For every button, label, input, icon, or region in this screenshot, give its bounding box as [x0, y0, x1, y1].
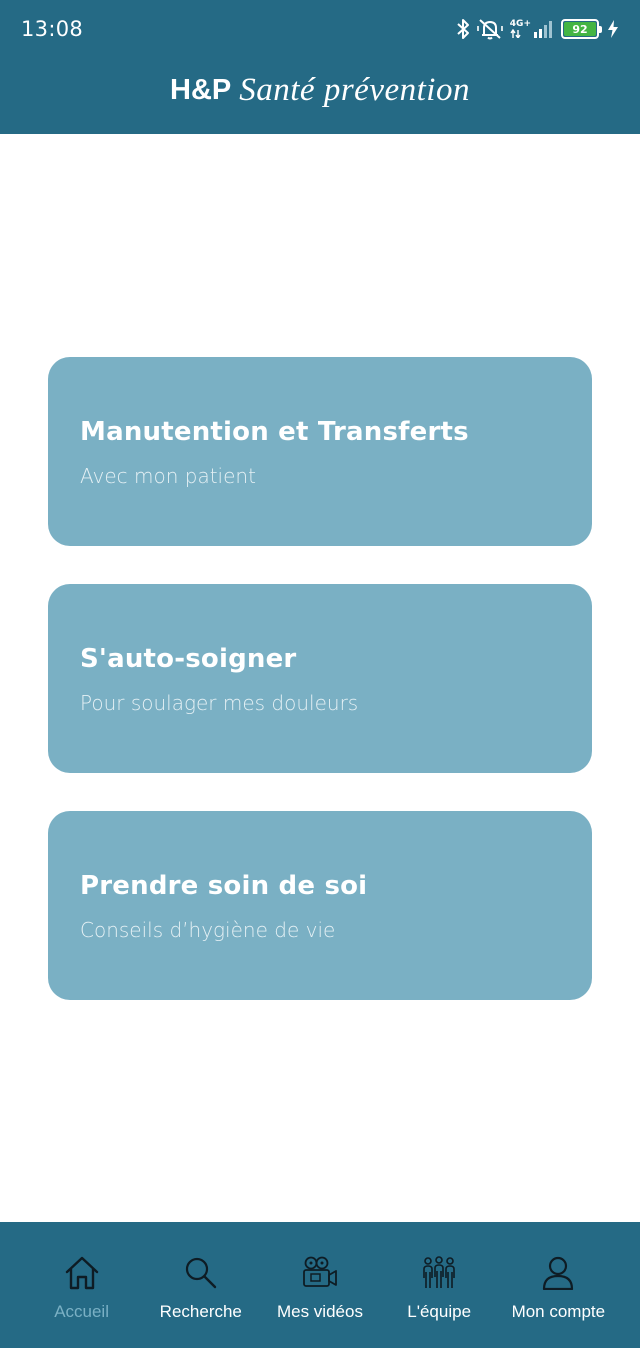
card-subtitle: Avec mon patient	[80, 464, 256, 488]
data-arrows-icon	[510, 29, 521, 38]
nav-item-recherche[interactable]: Recherche	[143, 1222, 259, 1348]
card-prendre-soin[interactable]: Prendre soin de soi Conseils d’hygiène d…	[48, 811, 592, 1000]
vibrate-off-icon	[476, 19, 503, 40]
signal-indicator: 4G+	[510, 20, 554, 38]
nav-label: Accueil	[54, 1302, 109, 1321]
battery-level: 92	[564, 22, 596, 36]
bluetooth-icon	[457, 19, 469, 39]
video-camera-icon	[301, 1254, 339, 1292]
home-icon	[63, 1254, 101, 1292]
team-icon	[420, 1254, 458, 1292]
nav-label: Recherche	[159, 1302, 242, 1321]
nav-label: L'équipe	[407, 1302, 472, 1321]
battery-icon: 92	[561, 19, 602, 39]
top-header: 13:08 4G+ 92 H&P Santé prévention	[0, 0, 640, 134]
nav-item-equipe[interactable]: L'équipe	[381, 1222, 497, 1348]
nav-label: Mes vidéos	[276, 1302, 363, 1321]
app-tagline: Santé prévention	[239, 72, 470, 108]
nav-item-accueil[interactable]: Accueil	[24, 1222, 140, 1348]
card-manutention-transferts[interactable]: Manutention et Transferts Avec mon patie…	[48, 357, 592, 546]
signal-icon	[534, 21, 552, 38]
card-title: Prendre soin de soi	[80, 871, 368, 901]
status-time: 13:08	[21, 17, 84, 41]
status-icons: 4G+ 92	[456, 16, 618, 42]
nav-label: Mon compte	[511, 1302, 606, 1321]
card-subtitle: Conseils d’hygiène de vie	[80, 918, 336, 942]
nav-item-mon-compte[interactable]: Mon compte	[500, 1222, 616, 1348]
network-type: 4G+	[509, 19, 531, 29]
card-subtitle: Pour soulager mes douleurs	[80, 691, 359, 715]
app-brand: H&P	[170, 74, 232, 106]
status-bar: 13:08 4G+ 92	[0, 0, 640, 58]
user-icon	[539, 1254, 577, 1292]
bottom-navigation: Accueil Recherche Mes vidéos L'équipe Mo…	[0, 1222, 640, 1348]
card-auto-soigner[interactable]: S'auto-soigner Pour soulager mes douleur…	[48, 584, 592, 773]
nav-item-mes-videos[interactable]: Mes vidéos	[262, 1222, 378, 1348]
card-title: S'auto-soigner	[80, 644, 297, 674]
card-title: Manutention et Transferts	[80, 417, 469, 447]
category-cards: Manutention et Transferts Avec mon patie…	[48, 357, 592, 1038]
search-icon	[182, 1254, 220, 1292]
app-title: H&P Santé prévention	[0, 72, 640, 109]
charging-icon	[608, 20, 618, 38]
